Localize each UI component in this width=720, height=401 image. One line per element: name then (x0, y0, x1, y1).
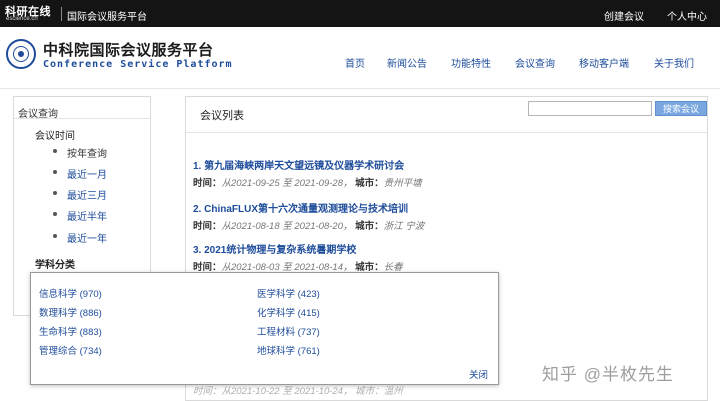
conference-city: 浙江 宁波 (383, 221, 425, 232)
create-conference-link[interactable]: 创建会议 (604, 8, 644, 23)
category-link[interactable]: 生命科学 (883) (39, 324, 102, 338)
conference-item: 2. ChinaFLUX第十六次通量观测理论与技术培训 时间：从2021-08-… (193, 200, 693, 232)
conference-city: 贵州平塘 (383, 178, 422, 189)
conference-meta: 时间：从2021-08-18 至 2021-08-20， 城市：浙江 宁波 (193, 218, 693, 232)
city-label: 城市： (355, 221, 384, 232)
nav-features[interactable]: 功能特性 (451, 55, 491, 70)
popup-close-button[interactable]: 关闭 (469, 367, 488, 381)
conference-time: 从2021-08-18 至 2021-08-20， (221, 221, 353, 232)
nav-home[interactable]: 首页 (345, 55, 365, 70)
conference-title-link[interactable]: 2. ChinaFLUX第十六次通量观测理论与技术培训 (193, 200, 693, 215)
platform-title: 国际会议服务平台 (67, 12, 147, 23)
site-header: 中科院国际会议服务平台 Conference Service Platform … (0, 27, 720, 89)
conference-title-link[interactable]: 1. 第九届海峡两岸天文望远镜及仪器学术研讨会 (193, 157, 693, 172)
sidebar-item-last-month[interactable]: 最近一月 (53, 166, 107, 181)
header-divider (0, 88, 720, 89)
sidebar-group-time: 会议时间 (35, 131, 75, 142)
search-input[interactable] (528, 101, 652, 116)
category-link[interactable]: 地球科学 (761) (257, 343, 320, 357)
personal-center-link[interactable]: 个人中心 (667, 8, 707, 23)
conference-title-link[interactable]: 3. 2021统计物理与复杂系统暑期学校 (193, 241, 693, 256)
logo-text-en: escience.cn (6, 16, 38, 22)
time-label: 时间： (193, 178, 222, 189)
cas-emblem-icon (6, 39, 36, 69)
conference-meta: 时间：从2021-08-03 至 2021-08-14， 城市：长春 (193, 259, 693, 273)
conference-list-title: 会议列表 (200, 110, 244, 122)
city-label: 城市： (355, 178, 384, 189)
nav-about[interactable]: 关于我们 (654, 55, 694, 70)
sidebar-group-subject[interactable]: 学科分类 (35, 256, 75, 271)
conference-item: 3. 2021统计物理与复杂系统暑期学校 时间：从2021-08-03 至 20… (193, 241, 693, 273)
search-conference-button[interactable]: 搜索会议 (655, 101, 707, 116)
subject-category-popup: 信息科学 (970) 数理科学 (886) 生命科学 (883) 管理综合 (7… (30, 272, 499, 385)
top-bar: 科研在线 escience.cn 国际会议服务平台 创建会议 个人中心 (0, 0, 720, 27)
nav-conference-search[interactable]: 会议查询 (515, 55, 555, 70)
watermark: 知乎 @半枚先生 (542, 365, 674, 384)
category-link[interactable]: 数理科学 (886) (39, 305, 102, 319)
partially-hidden-conference-meta: 时间：从2021-10-22 至 2021-10-24， 城市：温州 (193, 386, 403, 397)
time-label: 时间： (193, 221, 222, 232)
category-link[interactable]: 化学科学 (415) (257, 305, 320, 319)
conference-time: 从2021-09-25 至 2021-09-28， (221, 178, 353, 189)
category-link[interactable]: 管理综合 (734) (39, 343, 102, 357)
sidebar-item-last-half-year[interactable]: 最近半年 (53, 208, 107, 223)
nav-mobile-client[interactable]: 移动客户端 (579, 55, 629, 70)
category-link[interactable]: 信息科学 (970) (39, 286, 102, 300)
category-link[interactable]: 医学科学 (423) (257, 286, 320, 300)
conference-meta: 时间：从2021-09-25 至 2021-09-28， 城市：贵州平塘 (193, 175, 693, 189)
topbar-divider (61, 7, 62, 21)
sidebar-item-last-three-months[interactable]: 最近三月 (53, 187, 107, 202)
conference-item: 1. 第九届海峡两岸天文望远镜及仪器学术研讨会 时间：从2021-09-25 至… (193, 157, 693, 189)
nav-news[interactable]: 新闻公告 (387, 55, 427, 70)
sidebar-item-last-year[interactable]: 最近一年 (53, 230, 107, 245)
brand-title-en: Conference Service Platform (43, 59, 233, 70)
category-link[interactable]: 工程材料 (737) (257, 324, 320, 338)
escience-logo[interactable]: 科研在线 escience.cn (5, 3, 57, 24)
sidebar-item-by-year[interactable]: 按年查询 (53, 145, 107, 160)
brand-title-cn: 中科院国际会议服务平台 (43, 42, 214, 59)
